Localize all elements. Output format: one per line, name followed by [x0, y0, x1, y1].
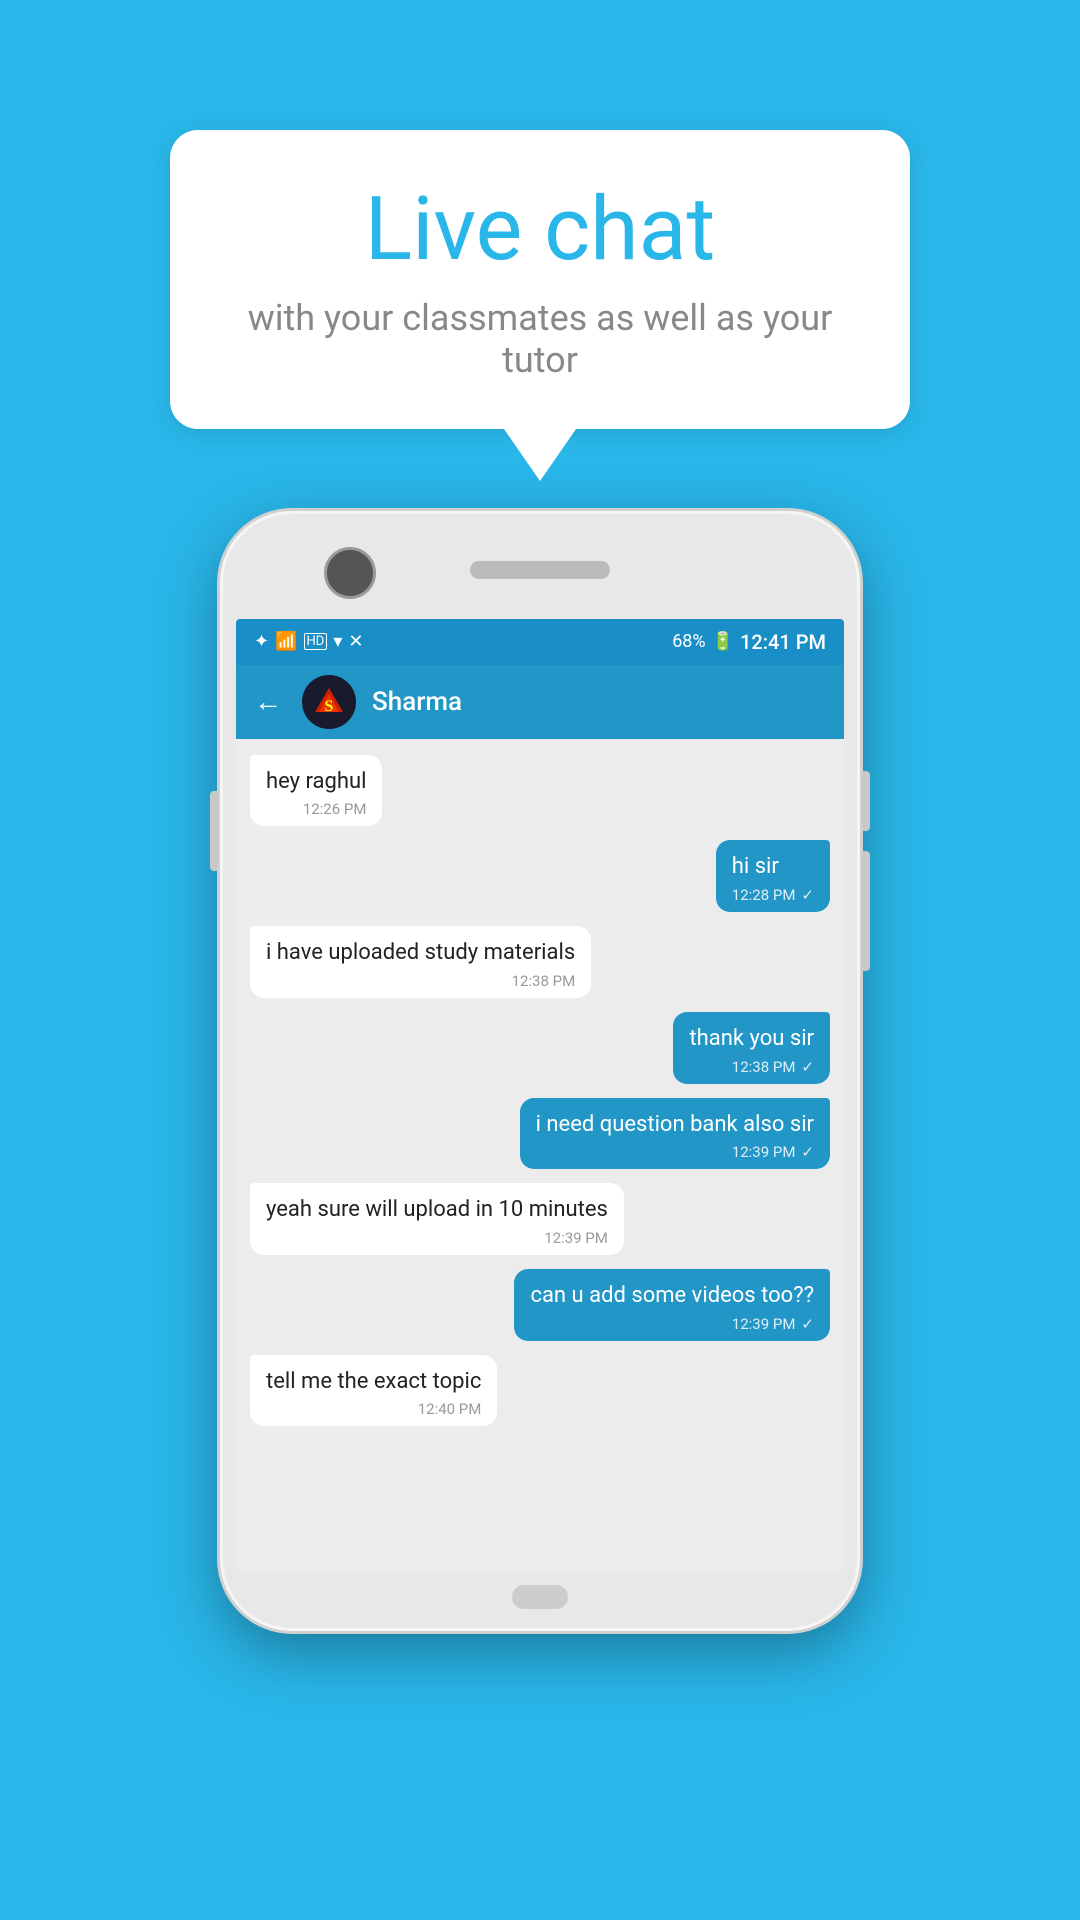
message-text: thank you sir	[689, 1024, 814, 1054]
bubble-subtitle: with your classmates as well as your tut…	[240, 297, 840, 381]
message-text: hey raghul	[266, 767, 366, 797]
promo-bubble: Live chat with your classmates as well a…	[170, 130, 910, 481]
message-row: yeah sure will upload in 10 minutes 12:3…	[250, 1183, 830, 1255]
message-time: 12:38 PM	[732, 1058, 796, 1076]
message-text: yeah sure will upload in 10 minutes	[266, 1195, 608, 1225]
read-check-icon: ✓	[801, 1315, 814, 1333]
read-check-icon: ✓	[801, 1143, 814, 1161]
volume-down-button	[862, 851, 870, 971]
message-bubble-sent: hi sir 12:28 PM ✓	[716, 840, 830, 912]
front-camera	[324, 547, 376, 599]
contact-name: Sharma	[372, 687, 462, 717]
message-time: 12:39 PM	[544, 1229, 608, 1247]
message-meta: 12:39 PM ✓	[536, 1143, 814, 1161]
message-time: 12:38 PM	[512, 972, 576, 990]
message-text: i have uploaded study materials	[266, 938, 575, 968]
message-text: can u add some videos too??	[530, 1281, 814, 1311]
superman-icon: S	[309, 682, 349, 722]
back-button[interactable]: ←	[254, 685, 282, 718]
battery-icon: 🔋	[712, 631, 734, 652]
status-bar: ✦ 📶 HD ▾ ✕ 68% 🔋 12:41 PM	[236, 619, 844, 665]
read-check-icon: ✓	[801, 1058, 814, 1076]
message-meta: 12:38 PM ✓	[689, 1058, 814, 1076]
message-meta: 12:39 PM	[266, 1229, 608, 1247]
message-row: hi sir 12:28 PM ✓	[250, 840, 830, 912]
chat-header: ← S Sharma	[236, 665, 844, 739]
message-time: 12:28 PM	[732, 886, 796, 904]
message-bubble-sent: i need question bank also sir 12:39 PM ✓	[520, 1098, 830, 1170]
message-meta: 12:40 PM	[266, 1400, 481, 1418]
message-time: 12:26 PM	[303, 800, 367, 818]
network-icon: ✕	[348, 631, 363, 652]
message-text: hi sir	[732, 852, 814, 882]
speech-bubble: Live chat with your classmates as well a…	[170, 130, 910, 429]
message-text: tell me the exact topic	[266, 1367, 481, 1397]
status-time: 12:41 PM	[740, 630, 826, 654]
message-bubble-sent: can u add some videos too?? 12:39 PM ✓	[514, 1269, 830, 1341]
battery-percent: 68%	[672, 631, 705, 652]
earpiece-speaker	[470, 561, 610, 579]
phone-screen: ✦ 📶 HD ▾ ✕ 68% 🔋 12:41 PM ←	[236, 619, 844, 1571]
volume-button	[210, 791, 218, 871]
signal-icon: 📶	[275, 631, 297, 652]
phone-body: ✦ 📶 HD ▾ ✕ 68% 🔋 12:41 PM ←	[220, 511, 860, 1631]
read-check-icon: ✓	[801, 886, 814, 904]
contact-avatar: S	[302, 675, 356, 729]
bubble-tail	[504, 429, 576, 481]
message-meta: 12:28 PM ✓	[732, 886, 814, 904]
status-icons-left: ✦ 📶 HD ▾ ✕	[254, 631, 363, 652]
message-row: tell me the exact topic 12:40 PM	[250, 1355, 830, 1427]
message-text: i need question bank also sir	[536, 1110, 814, 1140]
wifi-icon: ▾	[333, 631, 342, 652]
svg-text:S: S	[325, 698, 334, 715]
message-time: 12:39 PM	[732, 1315, 796, 1333]
home-button[interactable]	[512, 1585, 568, 1609]
message-row: hey raghul 12:26 PM	[250, 755, 830, 827]
message-bubble-sent: thank you sir 12:38 PM ✓	[673, 1012, 830, 1084]
message-row: i need question bank also sir 12:39 PM ✓	[250, 1098, 830, 1170]
message-time: 12:39 PM	[732, 1143, 796, 1161]
message-meta: 12:39 PM ✓	[530, 1315, 814, 1333]
message-bubble-received: i have uploaded study materials 12:38 PM	[250, 926, 591, 998]
chat-message-area[interactable]: hey raghul 12:26 PM hi sir 12:28 PM ✓	[236, 739, 844, 1571]
message-bubble-received: hey raghul 12:26 PM	[250, 755, 382, 827]
message-meta: 12:26 PM	[266, 800, 366, 818]
message-row: can u add some videos too?? 12:39 PM ✓	[250, 1269, 830, 1341]
message-bubble-received: tell me the exact topic 12:40 PM	[250, 1355, 497, 1427]
message-meta: 12:38 PM	[266, 972, 575, 990]
message-time: 12:40 PM	[418, 1400, 482, 1418]
status-icons-right: 68% 🔋 12:41 PM	[672, 630, 826, 654]
power-button	[862, 771, 870, 831]
message-row: i have uploaded study materials 12:38 PM	[250, 926, 830, 998]
bluetooth-icon: ✦	[254, 631, 269, 652]
bubble-title: Live chat	[240, 182, 840, 279]
message-row: thank you sir 12:38 PM ✓	[250, 1012, 830, 1084]
message-bubble-received: yeah sure will upload in 10 minutes 12:3…	[250, 1183, 624, 1255]
phone-mockup: ✦ 📶 HD ▾ ✕ 68% 🔋 12:41 PM ←	[220, 511, 860, 1631]
hd-icon: HD	[304, 633, 328, 650]
